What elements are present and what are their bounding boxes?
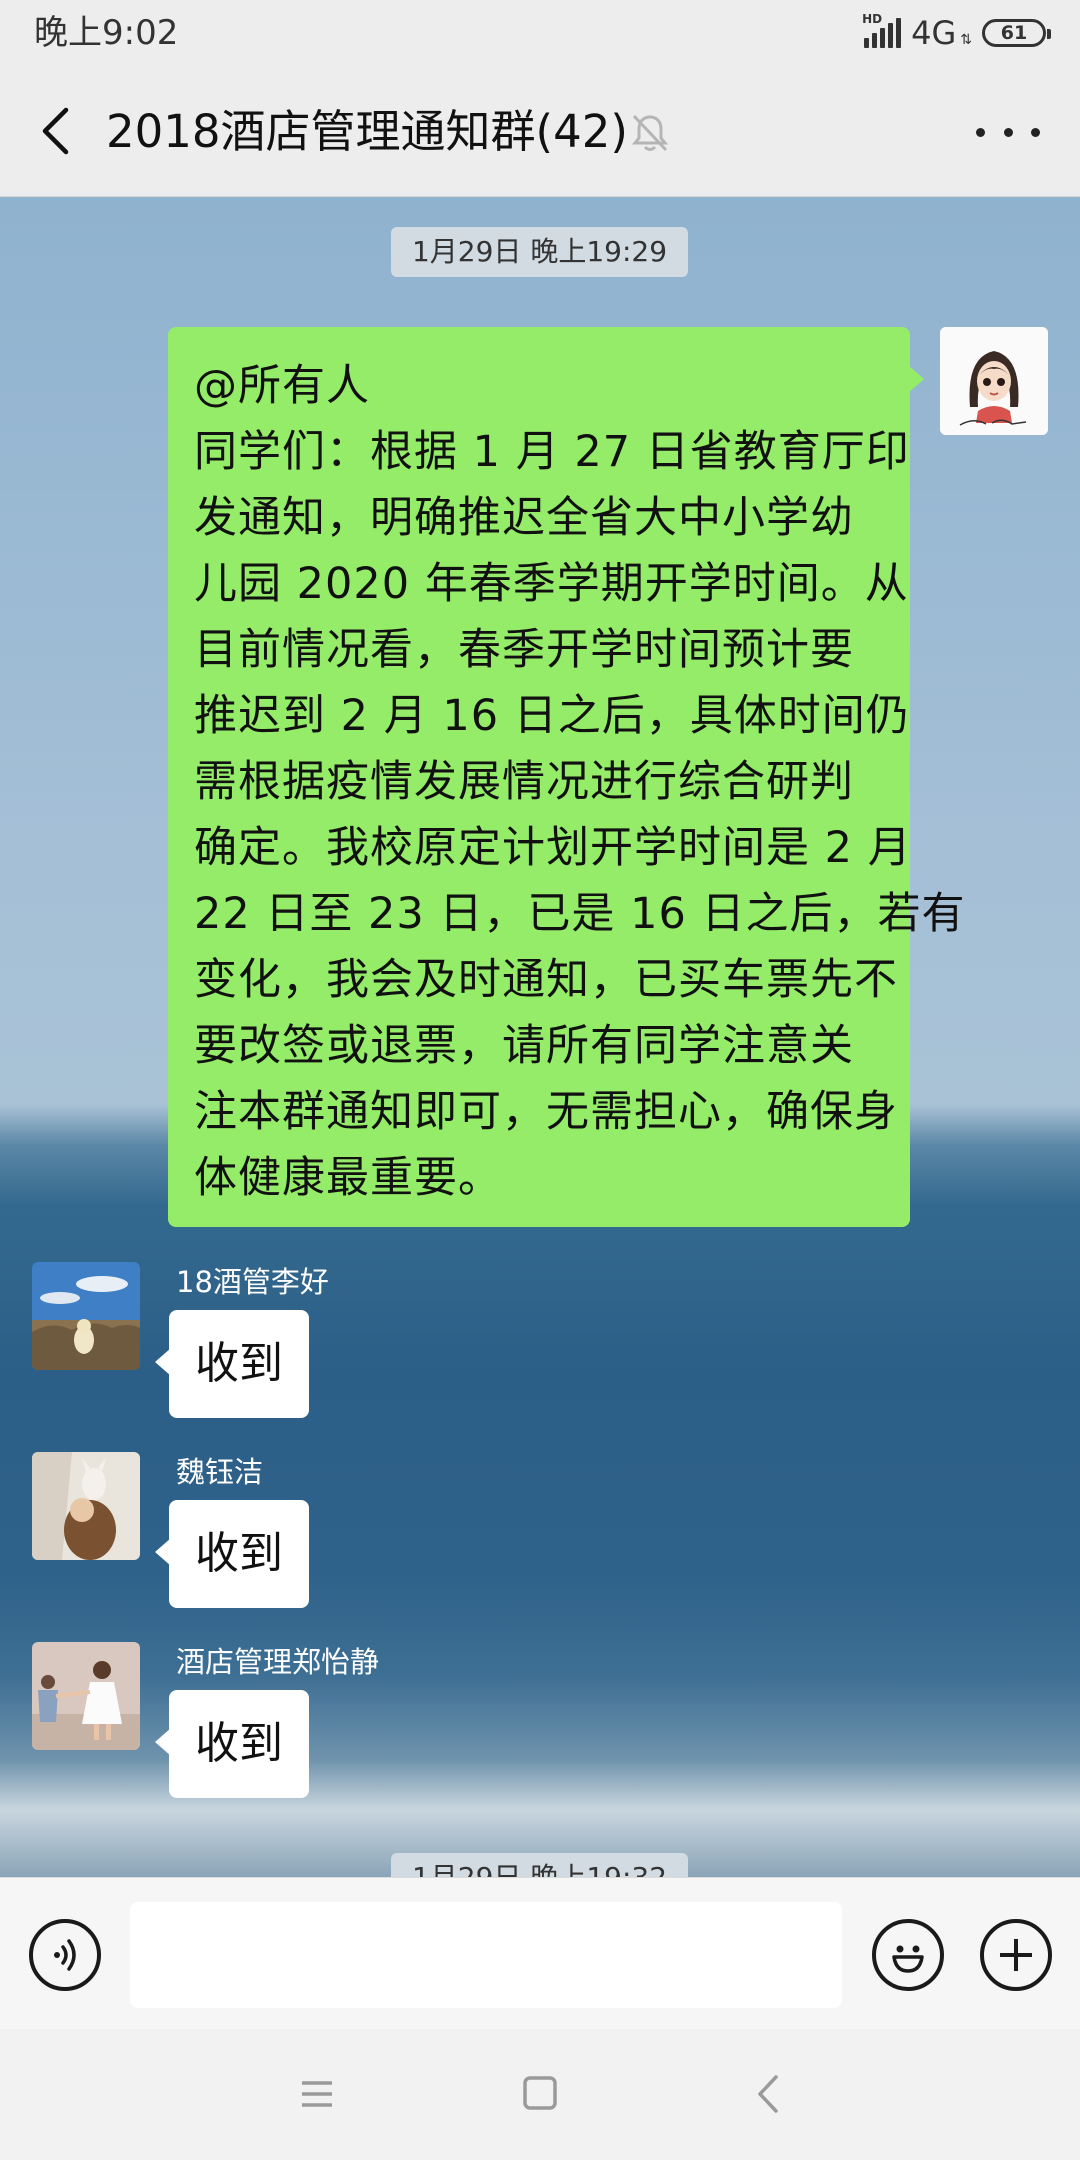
more-dots-icon <box>976 127 985 137</box>
message-line: 需根据疫情发展情况进行综合研判 <box>194 757 854 807</box>
message-timestamp: 1月29日 晚上19:29 <box>391 227 688 277</box>
home-square-icon[interactable] <box>520 2073 560 2113</box>
back-triangle-icon[interactable] <box>752 2073 782 2115</box>
chat-message-list[interactable]: 1月29日 晚上19:29 @所有人 同学们：根据 1 月 27 日省教育厅印 … <box>0 197 1080 1877</box>
sender-name: 魏钰洁 <box>176 1455 264 1489</box>
status-bar: 晚上9:02 HD 4G ⇅ 61 <box>0 0 1080 66</box>
network-type: 4G <box>911 14 957 52</box>
member-avatar[interactable] <box>32 1452 140 1560</box>
chat-title: 2018酒店管理通知群(42) <box>106 105 628 158</box>
more-options-button[interactable] <box>976 110 1040 154</box>
message-line: 22 日至 23 日，已是 16 日之后，若有 <box>194 889 966 939</box>
child-photo-avatar-icon <box>32 1452 140 1560</box>
message-input-bar <box>0 1877 1080 2030</box>
status-indicators: HD 4G ⇅ 61 <box>862 12 1051 54</box>
message-line: 确定。我校原定计划开学时间是 2 月 <box>194 823 912 873</box>
signal-icon: HD <box>862 12 902 48</box>
message-line: 变化，我会及时通知，已买车票先不 <box>194 955 898 1005</box>
message-line: 儿园 2020 年春季学期开学时间。从 <box>194 559 909 609</box>
more-functions-button[interactable] <box>980 1919 1052 1991</box>
status-time: 晚上9:02 <box>34 13 179 53</box>
voice-icon <box>54 1939 76 1971</box>
message-input[interactable] <box>130 1902 842 2008</box>
reply-message-bubble[interactable]: 收到 <box>155 1310 309 1418</box>
back-button[interactable] <box>30 100 80 162</box>
chevron-left-icon <box>42 107 69 155</box>
member-avatar[interactable] <box>32 1262 140 1370</box>
kids-photo-avatar-icon <box>32 1642 140 1750</box>
message-line: 目前情况看，春季开学时间预计要 <box>194 625 854 675</box>
member-avatar[interactable] <box>32 1642 140 1750</box>
voice-input-button[interactable] <box>29 1919 101 1991</box>
cartoon-girl-avatar-icon <box>940 327 1048 435</box>
sender-name: 酒店管理郑怡静 <box>176 1645 380 1679</box>
message-line: 发通知，明确推迟全省大中小学幼 <box>194 493 854 543</box>
sender-name: 18酒管李好 <box>176 1265 329 1299</box>
reply-message-bubble[interactable]: 收到 <box>155 1690 309 1798</box>
battery-level: 61 <box>1000 22 1028 44</box>
bell-off-icon <box>631 114 669 152</box>
reply-message-bubble[interactable]: 收到 <box>155 1500 309 1608</box>
announcement-message-bubble[interactable]: @所有人 同学们：根据 1 月 27 日省教育厅印 发通知，明确推迟全省大中小学… <box>168 327 966 1227</box>
plus-icon <box>1000 1939 1032 1971</box>
message-line: 要改签或退票，请所有同学注意关 <box>194 1021 854 1071</box>
chat-header: 2018酒店管理通知群(42) <box>0 66 1080 197</box>
battery-icon: 61 <box>982 19 1051 47</box>
message-line: 推迟到 2 月 16 日之后，具体时间仍 <box>194 691 910 741</box>
message-line: 同学们：根据 1 月 27 日省教育厅印 <box>194 427 910 477</box>
message-line: 注本群通知即可，无需担心，确保身 <box>194 1087 898 1137</box>
landscape-photo-avatar-icon <box>32 1262 140 1370</box>
self-avatar[interactable] <box>940 327 1048 435</box>
menu-icon[interactable] <box>296 2073 338 2115</box>
hd-label: HD <box>862 12 883 26</box>
emoji-icon <box>892 1945 924 1973</box>
message-timestamp: 1月29日 晚上19:32 <box>391 1853 688 1877</box>
network-activity-icon: ⇅ <box>960 32 972 48</box>
message-line: @所有人 <box>194 361 370 411</box>
emoji-button[interactable] <box>872 1919 944 1991</box>
message-line: 体健康最重要。 <box>194 1153 502 1203</box>
system-navigation-bar <box>0 2029 1080 2160</box>
